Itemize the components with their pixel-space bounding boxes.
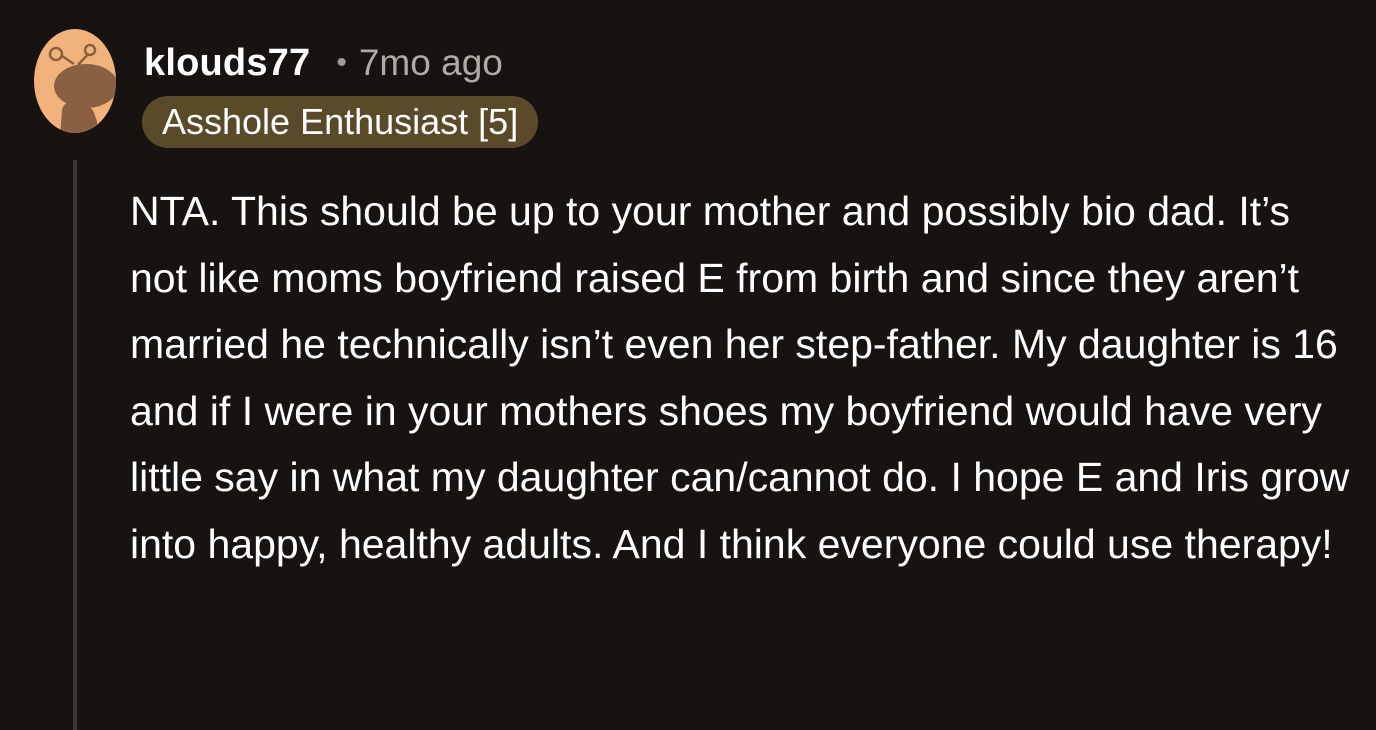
comment-body: NTA. This should be up to your mother an… xyxy=(130,188,1350,567)
comment-meta: klouds77 • 7mo ago xyxy=(144,38,503,88)
user-flair-badge: Asshole Enthusiast [5] xyxy=(142,96,539,148)
separator-dot: • xyxy=(336,46,347,79)
thread-collapse-line[interactable] xyxy=(73,160,77,730)
comment: klouds77 • 7mo ago Asshole Enthusiast [5… xyxy=(0,0,1376,730)
timestamp[interactable]: 7mo ago xyxy=(359,42,503,84)
snoo-avatar-icon[interactable] xyxy=(34,28,116,134)
username-link[interactable]: klouds77 xyxy=(144,42,310,85)
